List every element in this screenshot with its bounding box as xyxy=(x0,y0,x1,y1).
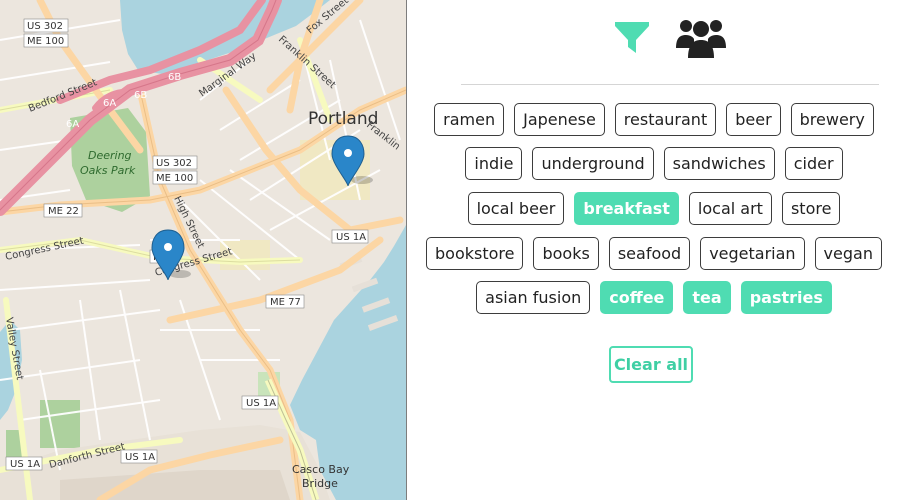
shield-me77: ME 77 xyxy=(270,297,301,308)
tag-sandwiches[interactable]: sandwiches xyxy=(663,147,775,180)
toolbar-divider xyxy=(461,84,879,85)
exit-6b: 6B xyxy=(134,90,147,101)
tag-row: bookstore books seafood vegetarian vegan xyxy=(407,237,901,270)
exit-6a: 6A xyxy=(103,98,116,109)
bay-label-line2: Bridge xyxy=(302,477,338,490)
exit-6b: 6B xyxy=(168,72,181,83)
filter-panel: ramen Japenese restaurant beer brewery indie u… xyxy=(407,0,901,500)
shield-us302: US 302 xyxy=(27,21,63,32)
filter-icon xyxy=(615,22,649,53)
tag-row: local beer breakfast local art store xyxy=(407,192,901,225)
shield-me100: ME 100 xyxy=(27,36,64,47)
tag-vegetarian[interactable]: vegetarian xyxy=(700,237,805,270)
tag-beer[interactable]: beer xyxy=(726,103,781,136)
shield-us1a: US 1A xyxy=(10,459,40,470)
map-view[interactable]: US 302 ME 100 US 302 ME 100 ME 22 US 1A … xyxy=(0,0,406,500)
tag-restaurant[interactable]: restaurant xyxy=(614,103,717,136)
tag-local-art[interactable]: local art xyxy=(688,192,772,225)
shield-us1a: US 1A xyxy=(336,232,366,243)
tag-pastries[interactable]: pastries xyxy=(740,281,832,314)
tag-cider[interactable]: cider xyxy=(784,147,843,180)
tag-vegan[interactable]: vegan xyxy=(814,237,882,270)
exit-6a: 6A xyxy=(66,119,79,130)
park-label-line1: Deering xyxy=(88,149,132,162)
map-canvas[interactable]: US 302 ME 100 US 302 ME 100 ME 22 US 1A … xyxy=(0,0,406,500)
tag-store[interactable]: store xyxy=(781,192,841,225)
tag-brewery[interactable]: brewery xyxy=(790,103,874,136)
tag-asian-fusion[interactable]: asian fusion xyxy=(476,281,591,314)
tag-tea[interactable]: tea xyxy=(683,281,731,314)
shield-us1a: US 1A xyxy=(125,452,155,463)
marker-dot xyxy=(344,149,352,157)
tag-bookstore[interactable]: bookstore xyxy=(426,237,524,270)
tag-ramen[interactable]: ramen xyxy=(434,103,505,136)
tag-row: ramen Japenese restaurant beer brewery xyxy=(407,103,901,136)
tag-row: asian fusion coffee tea pastries xyxy=(407,281,901,314)
tag-japenese[interactable]: Japenese xyxy=(514,103,605,136)
mode-toolbar xyxy=(407,12,901,68)
filter-mode-button[interactable] xyxy=(607,12,657,64)
clear-all-button[interactable]: Clear all xyxy=(609,346,693,383)
park-label-line2: Oaks Park xyxy=(80,164,136,177)
shield-me100: ME 100 xyxy=(156,173,193,184)
tag-row: indie underground sandwiches cider xyxy=(407,147,901,180)
shield-us302: US 302 xyxy=(156,158,192,169)
tag-coffee[interactable]: coffee xyxy=(600,281,674,314)
tag-breakfast[interactable]: breakfast xyxy=(574,192,679,225)
shield-us1a: US 1A xyxy=(246,398,276,409)
users-icon xyxy=(676,20,726,58)
shield-me22: ME 22 xyxy=(48,206,79,217)
people-mode-button[interactable] xyxy=(673,12,729,64)
marker-dot xyxy=(164,243,172,251)
tag-seafood[interactable]: seafood xyxy=(608,237,691,270)
tag-books[interactable]: books xyxy=(533,237,599,270)
bay-label-line1: Casco Bay xyxy=(292,463,350,476)
tag-local-beer[interactable]: local beer xyxy=(467,192,565,225)
tag-indie[interactable]: indie xyxy=(465,147,523,180)
park-south xyxy=(40,400,80,448)
tag-underground[interactable]: underground xyxy=(532,147,654,180)
